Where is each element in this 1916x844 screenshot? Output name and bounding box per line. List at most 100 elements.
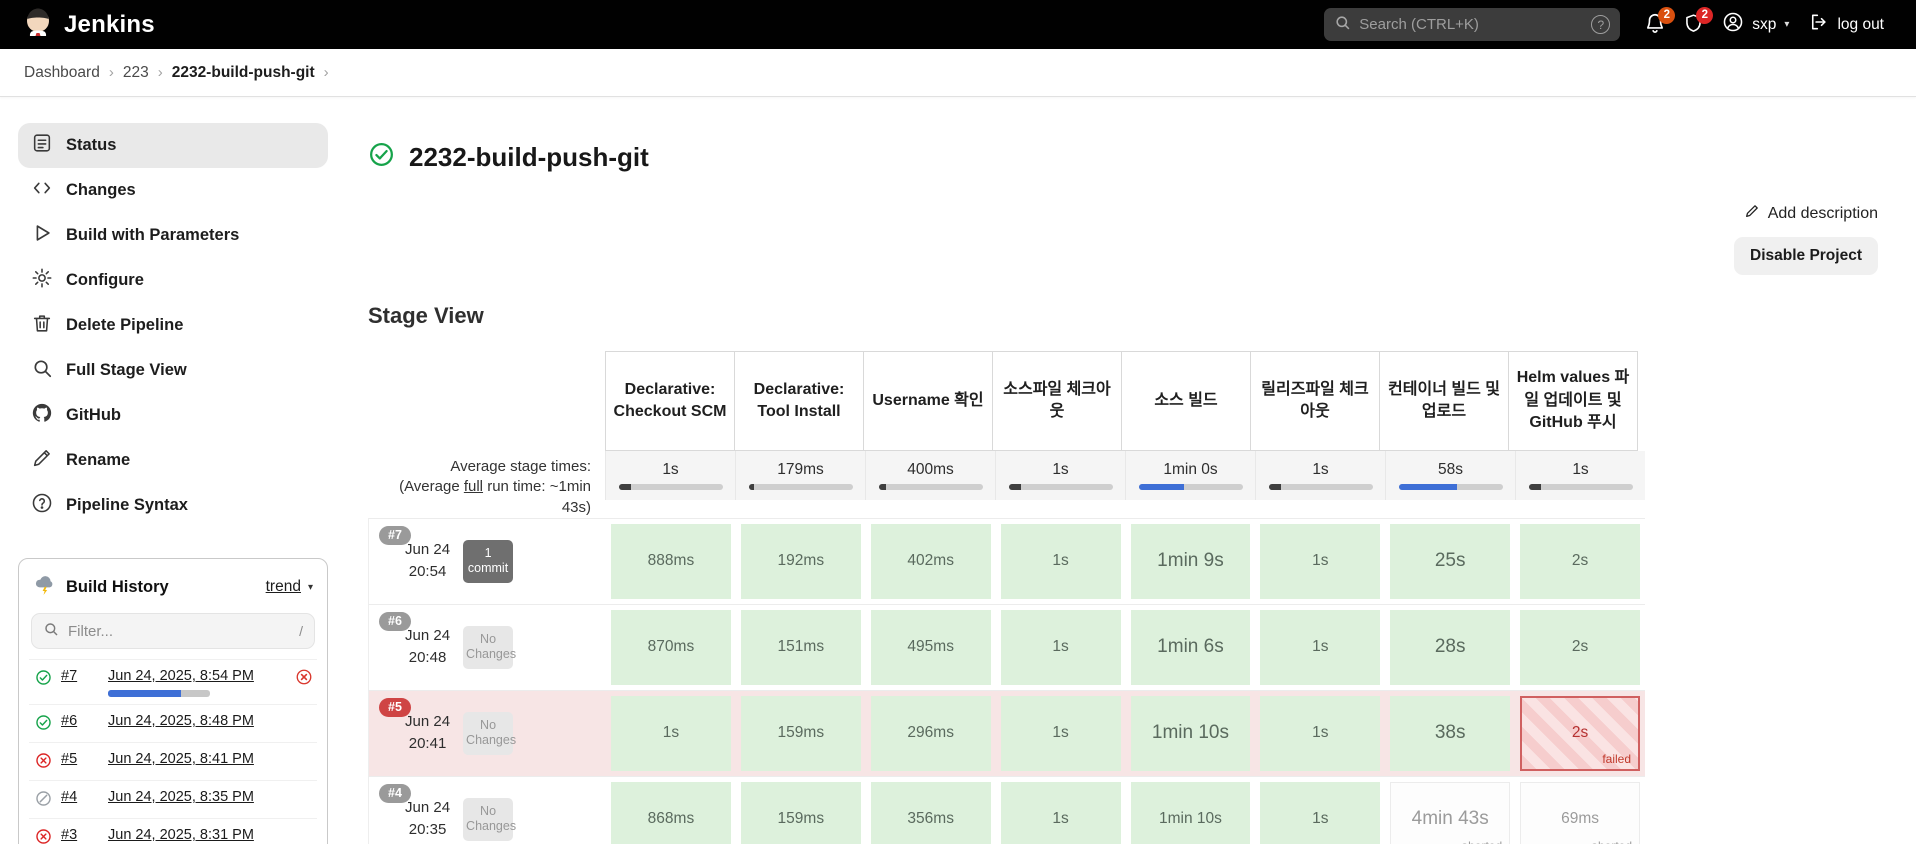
stage-column-header: Helm values 파일 업데이트 및 GitHub 푸시 [1508, 351, 1638, 451]
search-input[interactable] [1359, 16, 1584, 33]
changes-badge: No Changes [463, 711, 516, 755]
build-link[interactable]: #7 [61, 668, 99, 684]
stage-cell[interactable]: 1min 10s [1130, 781, 1251, 844]
changes-badge: No Changes [463, 797, 516, 841]
brand-name: Jenkins [64, 10, 155, 38]
stage-cell[interactable]: 151ms [740, 609, 861, 685]
breadcrumb-dashboard[interactable]: Dashboard [24, 64, 100, 82]
breadcrumb-job[interactable]: 2232-build-push-git [172, 64, 315, 82]
build-info-cell: #6 Jun 24 20:48 No Changes [369, 605, 606, 690]
sidebar-item-build-with-parameters[interactable]: Build with Parameters [18, 213, 328, 258]
stage-row-7: #7 Jun 24 20:54 1 commit 888ms 192ms 402m… [368, 517, 1645, 604]
build-datetime: Jun 24 20:41 [405, 712, 451, 753]
build-date-link[interactable]: Jun 24, 2025, 8:54 PM [108, 668, 254, 684]
stage-cell[interactable]: 296ms [870, 695, 991, 771]
build-link[interactable]: #5 [61, 751, 99, 767]
sidebar-item-github[interactable]: GitHub [18, 393, 328, 438]
security-badge: 2 [1696, 6, 1714, 24]
build-number-badge[interactable]: #4 [379, 783, 411, 803]
stage-column-header: 컨테이너 빌드 및 업로드 [1379, 351, 1509, 451]
global-search: ? [1324, 8, 1621, 41]
trend-link[interactable]: trend ▾ [266, 578, 313, 596]
success-icon [35, 669, 52, 690]
build-link[interactable]: #3 [61, 827, 99, 843]
stage-cell[interactable]: 495ms [870, 609, 991, 685]
stage-cell[interactable]: 1s [611, 695, 731, 771]
build-date-link[interactable]: Jun 24, 2025, 8:48 PM [108, 713, 254, 729]
stage-view-table: Declarative: Checkout SCM Declarative: T… [368, 351, 1645, 844]
stage-cell[interactable]: 28s [1390, 609, 1511, 685]
stage-cell[interactable]: 1s [1260, 609, 1381, 685]
stage-cell[interactable]: 159ms [740, 781, 861, 844]
stage-cell[interactable]: 1s [1000, 781, 1121, 844]
build-date-link[interactable]: Jun 24, 2025, 8:31 PM [108, 827, 254, 843]
build-date-link[interactable]: Jun 24, 2025, 8:35 PM [108, 789, 254, 805]
job-success-icon [368, 141, 395, 173]
build-number-badge[interactable]: #7 [379, 525, 411, 545]
stage-cell[interactable]: 888ms [611, 523, 731, 599]
stage-cell[interactable]: 159ms [740, 695, 861, 771]
stage-cell[interactable]: 1s [1260, 695, 1381, 771]
sidebar-item-configure[interactable]: Configure [18, 258, 328, 303]
sidebar-item-delete-pipeline[interactable]: Delete Pipeline [18, 303, 328, 348]
filter-shortcut-hint: / [299, 623, 303, 639]
stage-cell[interactable]: 1s [1260, 523, 1381, 599]
user-menu-button[interactable]: sxp ▾ [1712, 6, 1799, 44]
stage-cell[interactable]: 1s [1000, 695, 1121, 771]
breadcrumb-caret-icon[interactable]: › [324, 64, 329, 81]
build-link[interactable]: #6 [61, 713, 99, 729]
average-stage-time: 400ms [865, 451, 995, 500]
build-info-cell: #7 Jun 24 20:54 1 commit [369, 519, 606, 604]
stage-cell[interactable]: 402ms [870, 523, 991, 599]
build-history-item: #5 Jun 24, 2025, 8:41 PM [29, 742, 317, 780]
sidebar-item-status[interactable]: Status [18, 123, 328, 168]
stage-cell-failed[interactable]: 2s failed [1520, 695, 1640, 771]
chevron-down-icon: ▾ [307, 581, 313, 593]
stage-cell[interactable]: 870ms [611, 609, 731, 685]
security-button[interactable]: 2 [1674, 6, 1714, 44]
filter-input[interactable] [68, 622, 291, 640]
stage-cell[interactable]: 25s [1390, 523, 1511, 599]
disable-project-button[interactable]: Disable Project [1734, 237, 1878, 275]
stage-cell[interactable]: 1s [1000, 523, 1121, 599]
stage-cell[interactable]: 1min 10s [1130, 695, 1251, 771]
stage-cell[interactable]: 38s [1390, 695, 1511, 771]
stage-row-6: #6 Jun 24 20:48 No Changes 870ms 151ms 49… [368, 603, 1645, 690]
sidebar-item-rename[interactable]: Rename [18, 438, 328, 483]
add-description-link[interactable]: Add description [1744, 203, 1878, 224]
stage-cell[interactable]: 1min 9s [1130, 523, 1251, 599]
changes-badge[interactable]: 1 commit [463, 539, 514, 583]
stage-cell[interactable]: 192ms [740, 523, 861, 599]
build-info-cell: #4 Jun 24 20:35 No Changes [369, 777, 606, 844]
logout-button[interactable]: log out [1799, 6, 1894, 44]
average-stage-times-label: Average stage times: (Average full run t… [399, 458, 591, 516]
status-icon [31, 132, 53, 159]
breadcrumb-folder[interactable]: 223 [123, 64, 149, 82]
jenkins-home-link[interactable]: Jenkins [22, 6, 155, 43]
build-history-title: Build History [66, 577, 169, 596]
aborted-label: aborted [1461, 839, 1502, 844]
stage-cell-aborted[interactable]: 69msaborted [1520, 781, 1640, 844]
cancel-build-button[interactable] [295, 668, 313, 689]
stage-cell[interactable]: 2s [1520, 523, 1640, 599]
sidebar-item-full-stage-view[interactable]: Full Stage View [18, 348, 328, 393]
search-help-icon[interactable]: ? [1591, 15, 1611, 34]
build-date-link[interactable]: Jun 24, 2025, 8:41 PM [108, 751, 254, 767]
stage-cell-aborted[interactable]: 4min 43saborted [1390, 781, 1511, 844]
stage-cell[interactable]: 1s [1260, 781, 1381, 844]
build-info-cell: #5 Jun 24 20:41 No Changes [369, 691, 606, 776]
stage-cell[interactable]: 356ms [870, 781, 991, 844]
stage-cell[interactable]: 868ms [611, 781, 731, 844]
build-number-badge[interactable]: #6 [379, 611, 411, 631]
notifications-button[interactable]: 2 [1636, 6, 1676, 44]
stage-cell[interactable]: 2s [1520, 609, 1640, 685]
sidebar-item-pipeline-syntax[interactable]: Pipeline Syntax [18, 483, 328, 528]
build-progress-bar[interactable] [108, 690, 210, 697]
sidebar-item-changes[interactable]: Changes [18, 168, 328, 213]
user-name: sxp [1752, 15, 1777, 33]
build-number-badge[interactable]: #5 [379, 697, 411, 717]
stage-cell[interactable]: 1s [1000, 609, 1121, 685]
stage-cell[interactable]: 1min 6s [1130, 609, 1251, 685]
stage-row-5: #5 Jun 24 20:41 No Changes 1s 159ms 296ms… [368, 689, 1645, 776]
build-link[interactable]: #4 [61, 789, 99, 805]
